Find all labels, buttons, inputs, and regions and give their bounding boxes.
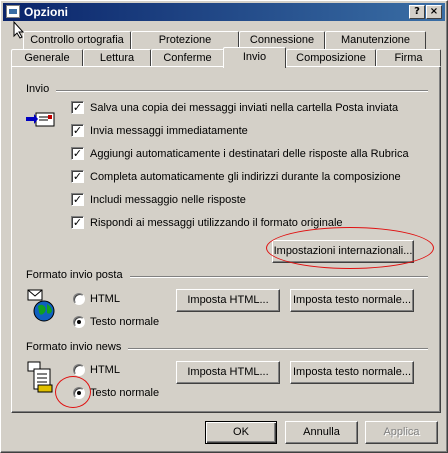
tab-manutenzione[interactable]: Manutenzione xyxy=(325,31,426,49)
save-copy-checkbox[interactable]: ✓ xyxy=(71,101,84,114)
news-html-label: HTML xyxy=(90,364,120,376)
tab-conferme[interactable]: Conferme xyxy=(151,49,224,67)
invio-tab-panel: Invio ✓ Salva una copia dei messaggi inv… xyxy=(11,66,441,413)
news-format-title: Formato invio news xyxy=(26,341,122,353)
international-settings-button[interactable]: Impostazioni internazionali... xyxy=(272,240,414,263)
mouse-cursor-icon xyxy=(13,21,25,39)
window-title: Opzioni xyxy=(24,5,68,19)
autocomplete-addresses-checkbox[interactable]: ✓ xyxy=(71,170,84,183)
include-message-checkbox[interactable]: ✓ xyxy=(71,193,84,206)
news-format-divider xyxy=(128,348,428,350)
close-button[interactable]: × xyxy=(426,5,442,19)
mail-html-label: HTML xyxy=(90,293,120,305)
include-message-label: Includi messaggio nelle risposte xyxy=(90,194,246,206)
mail-format-title: Formato invio posta xyxy=(26,269,123,281)
reply-original-format-checkbox[interactable]: ✓ xyxy=(71,216,84,229)
mail-html-radio[interactable] xyxy=(73,293,85,305)
mail-format-divider xyxy=(130,276,428,278)
reply-original-format-label: Rispondi ai messaggi utilizzando il form… xyxy=(90,217,343,229)
news-html-settings-button[interactable]: Imposta HTML... xyxy=(176,361,280,384)
send-mail-icon xyxy=(26,112,55,127)
tab-composizione[interactable]: Composizione xyxy=(286,49,376,67)
tab-protezione[interactable]: Protezione xyxy=(131,31,239,49)
apply-button[interactable]: Applica xyxy=(365,421,438,444)
mail-plain-text-label: Testo normale xyxy=(90,316,160,328)
tab-invio[interactable]: Invio xyxy=(223,47,286,68)
help-button[interactable]: ? xyxy=(409,5,425,19)
send-immediately-checkbox[interactable]: ✓ xyxy=(71,124,84,137)
auto-add-recipients-checkbox[interactable]: ✓ xyxy=(71,147,84,160)
send-group-title: Invio xyxy=(26,83,50,95)
news-html-radio[interactable] xyxy=(73,364,85,376)
globe-mail-icon xyxy=(27,289,55,322)
autocomplete-addresses-label: Completa automaticamente gli indirizzi d… xyxy=(90,171,401,183)
title-bar[interactable]: Opzioni ? × xyxy=(3,3,445,21)
ok-button[interactable]: OK xyxy=(205,421,277,444)
mail-plain-text-settings-button[interactable]: Imposta testo normale... xyxy=(290,289,414,312)
mail-plain-text-radio[interactable] xyxy=(73,316,85,328)
outlook-express-icon xyxy=(6,5,20,18)
send-immediately-label: Invia messaggi immediatamente xyxy=(90,125,248,137)
send-group-divider xyxy=(56,90,428,92)
news-plain-text-settings-button[interactable]: Imposta testo normale... xyxy=(290,361,414,384)
news-plain-text-label: Testo normale xyxy=(90,387,160,399)
tab-firma[interactable]: Firma xyxy=(376,49,441,67)
news-plain-text-radio[interactable] xyxy=(73,387,85,399)
mail-html-settings-button[interactable]: Imposta HTML... xyxy=(176,289,280,312)
tab-lettura[interactable]: Lettura xyxy=(83,49,151,67)
save-copy-label: Salva una copia dei messaggi inviati nel… xyxy=(90,102,399,114)
cancel-button[interactable]: Annulla xyxy=(285,421,358,444)
tab-generale[interactable]: Generale xyxy=(11,49,83,67)
auto-add-recipients-label: Aggiungi automaticamente i destinatari d… xyxy=(90,148,409,160)
options-dialog: Opzioni ? × Controllo ortografia Protezi… xyxy=(0,0,448,453)
tab-controllo-ortografia[interactable]: Controllo ortografia xyxy=(23,31,131,49)
news-post-icon xyxy=(27,361,53,393)
